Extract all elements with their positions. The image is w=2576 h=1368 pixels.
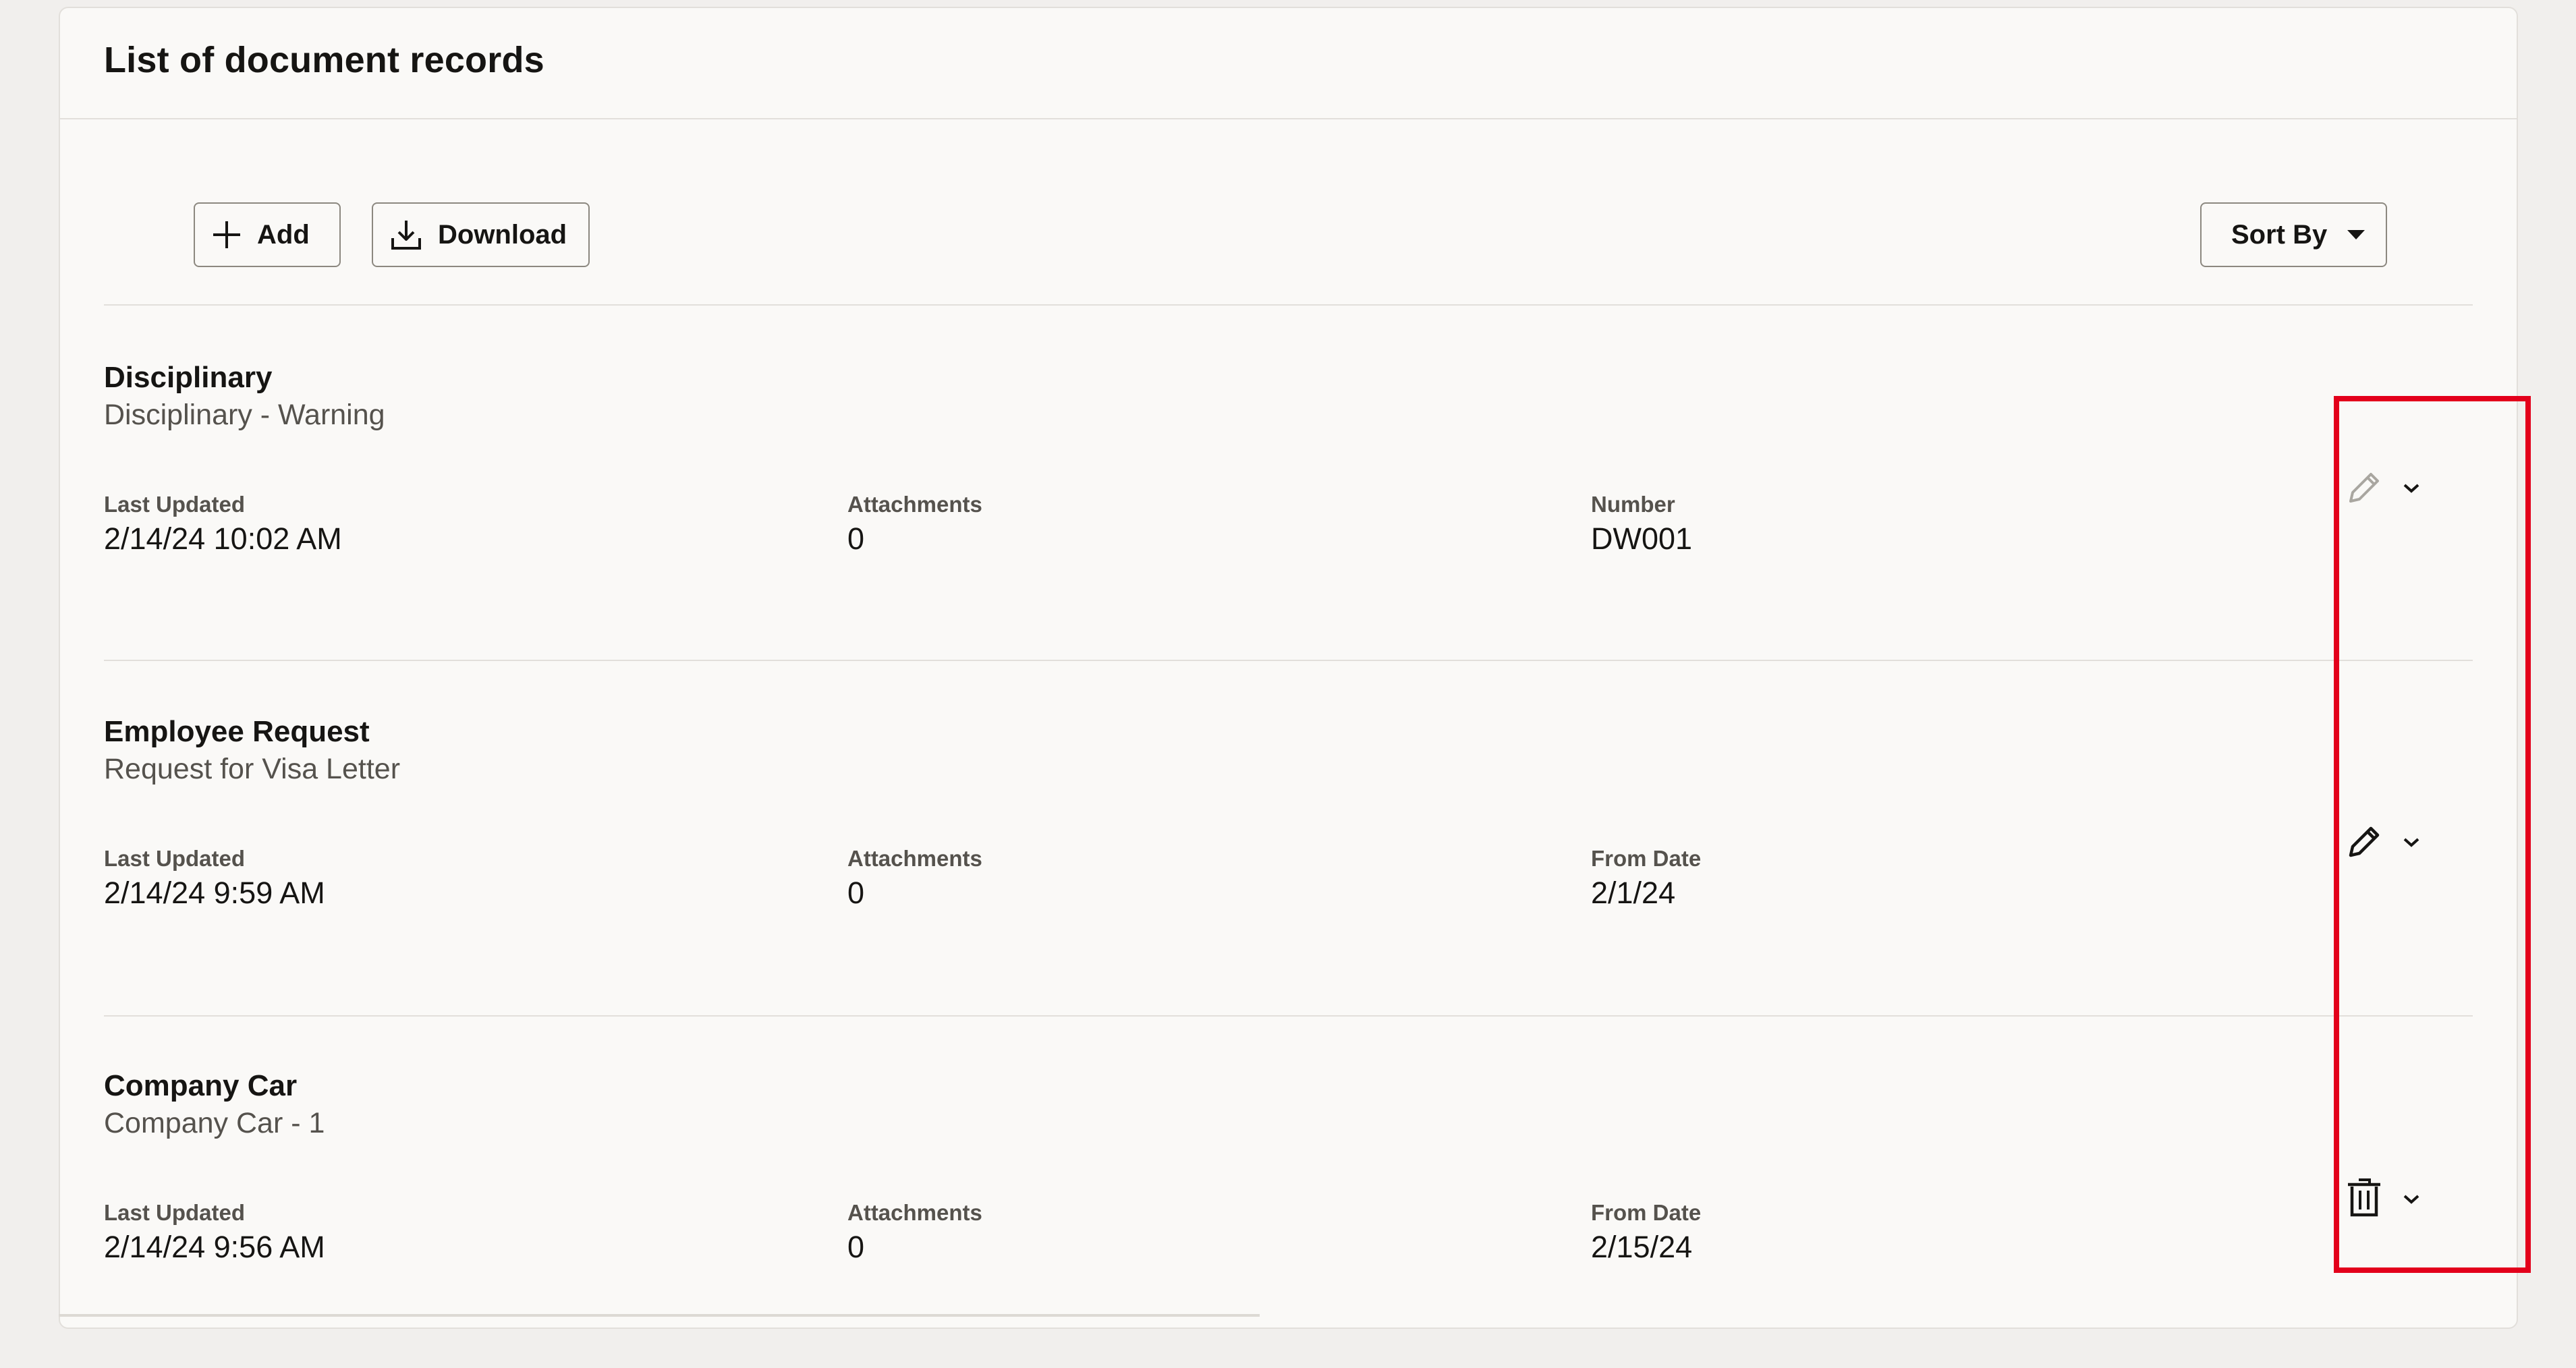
download-button[interactable]: Download (372, 202, 590, 267)
pencil-icon (2343, 466, 2386, 509)
chevron-down-icon[interactable] (2398, 1185, 2425, 1212)
horizontal-scrollbar[interactable] (59, 1314, 1260, 1317)
record-subtitle: Company Car - 1 (104, 1107, 325, 1139)
download-button-label: Download (438, 219, 567, 250)
caret-down-icon (2346, 229, 2366, 241)
field-label: Attachments (847, 846, 982, 871)
field-label: Number (1591, 492, 1675, 517)
trash-icon[interactable] (2343, 1176, 2386, 1219)
field-value: 0 (847, 876, 865, 910)
record-subtitle: Request for Visa Letter (104, 753, 401, 785)
list-item[interactable]: Employee Request Request for Visa Letter… (104, 660, 2473, 1014)
field-value: 2/15/24 (1591, 1230, 1693, 1264)
from-date-field: From Date 2/1/24 (1591, 846, 1701, 911)
field-value: 2/14/24 10:02 AM (104, 521, 342, 556)
chevron-down-icon[interactable] (2398, 828, 2425, 855)
attachments-field: Attachments 0 (847, 1200, 982, 1265)
sort-by-label: Sort By (2231, 219, 2328, 250)
panel-header: List of document records (60, 8, 2517, 119)
attachments-field: Attachments 0 (847, 846, 982, 911)
add-button-label: Add (257, 219, 310, 250)
sort-by-dropdown[interactable]: Sort By (2200, 202, 2387, 267)
record-title: Company Car (104, 1069, 298, 1102)
record-subtitle: Disciplinary - Warning (104, 399, 385, 431)
last-updated-field: Last Updated 2/14/24 9:56 AM (104, 1200, 325, 1265)
field-label: From Date (1591, 1200, 1702, 1225)
field-label: Attachments (847, 1200, 982, 1225)
field-label: Last Updated (104, 492, 246, 517)
from-date-field: From Date 2/15/24 (1591, 1200, 1701, 1265)
add-button[interactable]: Add (194, 202, 341, 267)
record-title: Employee Request (104, 715, 370, 748)
field-value: 0 (847, 1230, 865, 1264)
field-value: 0 (847, 521, 865, 556)
last-updated-field: Last Updated 2/14/24 10:02 AM (104, 492, 342, 557)
field-value: DW001 (1591, 521, 1693, 556)
download-icon (389, 218, 423, 252)
field-value: 2/14/24 9:59 AM (104, 876, 325, 910)
field-value: 2/1/24 (1591, 876, 1676, 910)
toolbar: Add Download Sort By (60, 118, 2517, 300)
document-records-panel: List of document records Add Download So… (59, 7, 2531, 1329)
field-label: Last Updated (104, 846, 246, 871)
last-updated-field: Last Updated 2/14/24 9:59 AM (104, 846, 325, 911)
chevron-down-icon[interactable] (2398, 474, 2425, 501)
page-title: List of document records (104, 40, 544, 80)
field-value: 2/14/24 9:56 AM (104, 1230, 325, 1264)
list-item[interactable]: Disciplinary Disciplinary - Warning Last… (104, 306, 2473, 660)
record-title: Disciplinary (104, 361, 273, 394)
plus-icon (211, 219, 242, 250)
number-field: Number DW001 (1591, 492, 1692, 557)
field-label: From Date (1591, 846, 1702, 871)
field-label: Attachments (847, 492, 982, 517)
attachments-field: Attachments 0 (847, 492, 982, 557)
field-label: Last Updated (104, 1200, 246, 1225)
pencil-icon[interactable] (2343, 820, 2386, 863)
